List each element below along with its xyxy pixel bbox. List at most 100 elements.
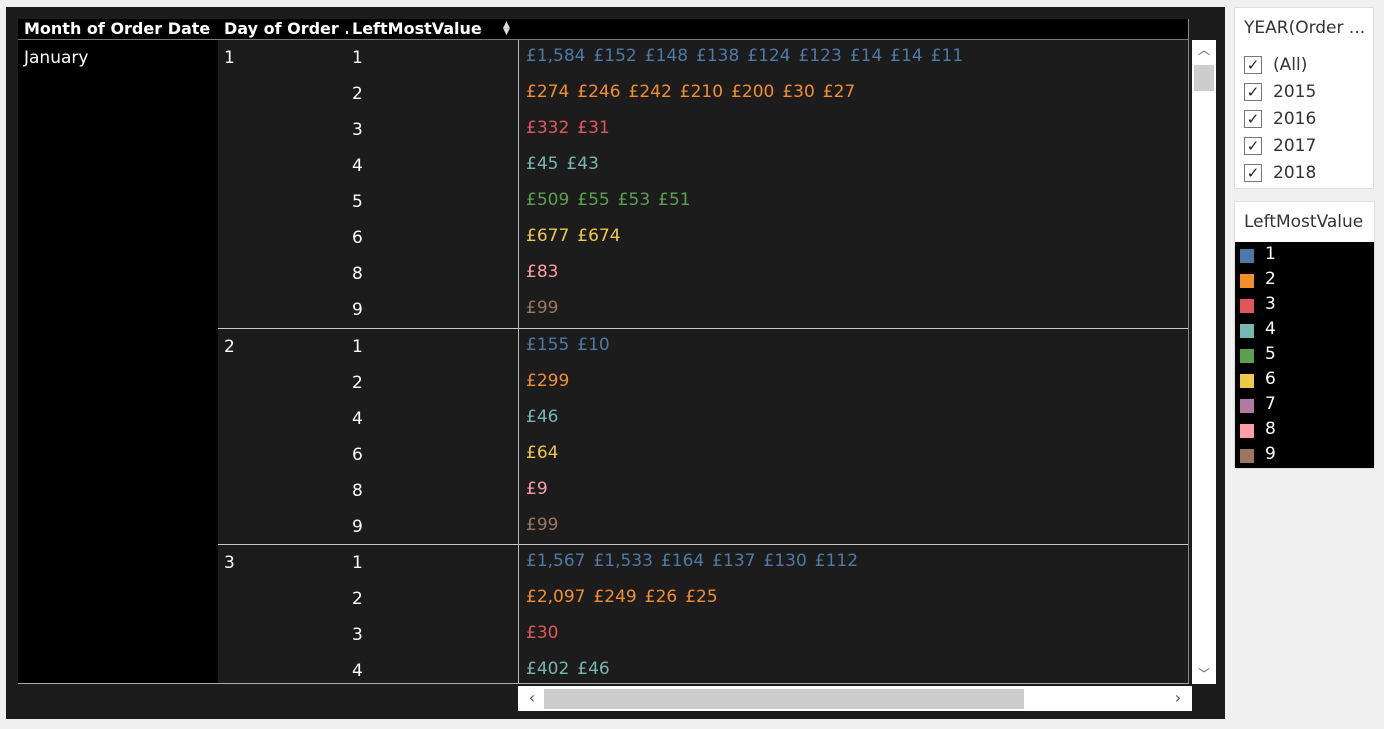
sales-value-mark[interactable]: £9 [526, 479, 548, 499]
sales-value-mark[interactable]: £200 [731, 82, 774, 102]
checkbox[interactable]: ✓ [1244, 137, 1262, 155]
sales-value-mark[interactable]: £2,097 [526, 587, 585, 607]
leftmost-cell[interactable]: 8 [352, 481, 363, 501]
sales-value-mark[interactable]: £246 [577, 82, 620, 102]
sort-icon[interactable]: ▲ ▼ [503, 21, 511, 37]
leftmost-cell[interactable]: 4 [352, 661, 363, 681]
sales-value-mark[interactable]: £274 [526, 82, 569, 102]
legend-item[interactable]: 4 [1240, 319, 1370, 344]
leftmost-cell[interactable]: 8 [352, 264, 363, 284]
sales-value-mark[interactable]: £30 [526, 623, 558, 643]
sales-value-mark[interactable]: £1,533 [593, 551, 652, 571]
sales-value-mark[interactable]: £25 [685, 587, 717, 607]
legend-item[interactable]: 7 [1240, 394, 1370, 419]
sales-value-mark[interactable]: £64 [526, 443, 558, 463]
sales-value-mark[interactable]: £46 [526, 407, 558, 427]
year-filter-item[interactable]: ✓ (All) [1244, 55, 1369, 77]
sales-value-mark[interactable]: £14 [890, 46, 922, 66]
leftmost-cell[interactable]: 2 [352, 589, 363, 609]
sales-value-mark[interactable]: £130 [764, 551, 807, 571]
sales-value-mark[interactable]: £46 [577, 659, 609, 679]
checkbox[interactable]: ✓ [1244, 83, 1262, 101]
sales-value-mark[interactable]: £99 [526, 298, 558, 318]
sales-value-mark[interactable]: £249 [593, 587, 636, 607]
year-filter-item[interactable]: ✓ 2016 [1244, 109, 1369, 131]
chevron-left-icon[interactable]: ‹ [522, 686, 542, 711]
sales-value-mark[interactable]: £83 [526, 262, 558, 282]
year-filter-item[interactable]: ✓ 2017 [1244, 136, 1369, 158]
sales-value-mark[interactable]: £14 [850, 46, 882, 66]
vertical-scrollbar[interactable]: ︿ ﹀ [1192, 40, 1216, 684]
sales-value-mark[interactable]: £152 [593, 46, 636, 66]
leftmost-cell[interactable]: 4 [352, 409, 363, 429]
month-column-header[interactable]: Month of Order Date [24, 19, 220, 39]
sales-value-mark[interactable]: £164 [661, 551, 704, 571]
sales-value-mark[interactable]: £509 [526, 190, 569, 210]
legend-item[interactable]: 5 [1240, 344, 1370, 369]
legend-title[interactable]: LeftMostValue [1244, 212, 1363, 232]
legend-item[interactable]: 1 [1240, 244, 1370, 269]
sales-value-mark[interactable]: £27 [823, 82, 855, 102]
chevron-down-icon[interactable]: ﹀ [1192, 664, 1216, 684]
legend-item[interactable]: 6 [1240, 369, 1370, 394]
leftmost-cell[interactable]: 9 [352, 517, 363, 537]
year-filter-item[interactable]: ✓ 2018 [1244, 163, 1369, 185]
sales-value-mark[interactable]: £148 [645, 46, 688, 66]
leftmost-column-header[interactable]: LeftMostValue [352, 19, 502, 39]
sales-value-mark[interactable]: £138 [696, 46, 739, 66]
checkbox[interactable]: ✓ [1244, 56, 1262, 74]
sales-value-mark[interactable]: £123 [799, 46, 842, 66]
legend-item[interactable]: 8 [1240, 419, 1370, 444]
sales-value-mark[interactable]: £55 [577, 190, 609, 210]
leftmost-cell[interactable]: 9 [352, 300, 363, 320]
sales-value-mark[interactable]: £30 [782, 82, 814, 102]
chevron-right-icon[interactable]: › [1168, 686, 1188, 711]
month-cell[interactable]: January [24, 48, 88, 68]
horizontal-scrollbar[interactable]: ‹ › [518, 686, 1192, 711]
leftmost-cell[interactable]: 6 [352, 445, 363, 465]
leftmost-cell[interactable]: 2 [352, 373, 363, 393]
sales-value-mark[interactable]: £31 [577, 118, 609, 138]
leftmost-cell[interactable]: 4 [352, 156, 363, 176]
legend-item[interactable]: 2 [1240, 269, 1370, 294]
sales-value-mark[interactable]: £112 [815, 551, 858, 571]
sales-value-mark[interactable]: £402 [526, 659, 569, 679]
legend-item[interactable]: 9 [1240, 444, 1370, 469]
year-filter-title[interactable]: YEAR(Order ... [1244, 18, 1370, 38]
legend-item[interactable]: 3 [1240, 294, 1370, 319]
checkbox[interactable]: ✓ [1244, 110, 1262, 128]
sales-value-mark[interactable]: £242 [629, 82, 672, 102]
sales-value-mark[interactable]: £1,567 [526, 551, 585, 571]
leftmost-cell[interactable]: 6 [352, 228, 363, 248]
year-filter-item[interactable]: ✓ 2015 [1244, 82, 1369, 104]
sales-value-mark[interactable]: £11 [931, 46, 963, 66]
sales-value-mark[interactable]: £43 [566, 154, 598, 174]
leftmost-cell[interactable]: 1 [352, 553, 363, 573]
leftmost-cell[interactable]: 1 [352, 337, 363, 357]
sales-value-mark[interactable]: £45 [526, 154, 558, 174]
sales-value-mark[interactable]: £51 [658, 190, 690, 210]
sales-value-mark[interactable]: £99 [526, 515, 558, 535]
leftmost-cell[interactable]: 2 [352, 84, 363, 104]
vertical-scroll-thumb[interactable] [1194, 65, 1214, 91]
leftmost-cell[interactable]: 3 [352, 625, 363, 645]
horizontal-scroll-thumb[interactable] [544, 689, 1024, 709]
chevron-up-icon[interactable]: ︿ [1192, 40, 1216, 60]
checkbox[interactable]: ✓ [1244, 164, 1262, 182]
day-column-header[interactable]: Day of Order .. [224, 19, 348, 39]
sales-value-mark[interactable]: £124 [747, 46, 790, 66]
sales-value-mark[interactable]: £1,584 [526, 46, 585, 66]
sales-value-mark[interactable]: £674 [577, 226, 620, 246]
leftmost-cell[interactable]: 3 [352, 120, 363, 140]
sales-value-mark[interactable]: £137 [712, 551, 755, 571]
sales-value-mark[interactable]: £155 [526, 335, 569, 355]
leftmost-cell[interactable]: 1 [352, 48, 363, 68]
sales-value-mark[interactable]: £26 [645, 587, 677, 607]
sales-value-mark[interactable]: £332 [526, 118, 569, 138]
leftmost-cell[interactable]: 5 [352, 192, 363, 212]
sales-value-mark[interactable]: £299 [526, 371, 569, 391]
sales-value-mark[interactable]: £10 [577, 335, 609, 355]
sales-value-mark[interactable]: £677 [526, 226, 569, 246]
sales-value-mark[interactable]: £210 [680, 82, 723, 102]
sales-value-mark[interactable]: £53 [618, 190, 650, 210]
